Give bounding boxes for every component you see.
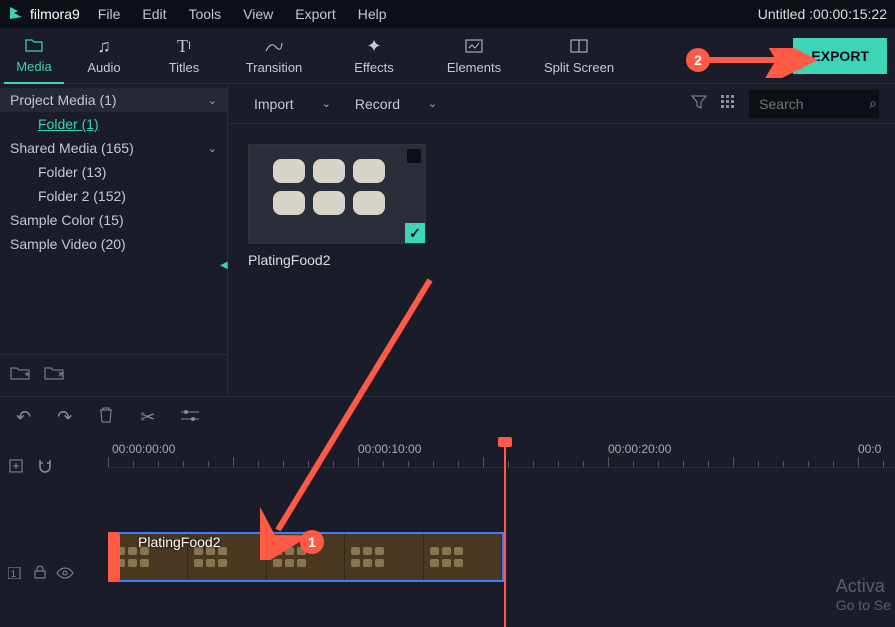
title-bar: filmora9 File Edit Tools View Export Hel… <box>0 0 895 28</box>
playhead-icon[interactable] <box>498 437 512 447</box>
chevron-down-icon: ⌄ <box>208 94 217 107</box>
menu-edit[interactable]: Edit <box>142 6 166 22</box>
split-icon <box>570 36 588 56</box>
search-input[interactable] <box>749 90 879 118</box>
tab-media[interactable]: Media <box>4 28 64 84</box>
grid-view-icon[interactable] <box>721 95 735 112</box>
tree-sample-color[interactable]: Sample Color (15) <box>0 208 227 232</box>
used-check-icon: ✓ <box>405 223 425 243</box>
tree-sample-video[interactable]: Sample Video (20) <box>0 232 227 256</box>
cut-icon[interactable]: ✂ <box>140 407 155 428</box>
thumbnail-label: PlatingFood2 <box>248 252 426 268</box>
filter-icon[interactable] <box>691 94 707 113</box>
tree-shared-media[interactable]: Shared Media (165) ⌄ <box>0 136 227 160</box>
folder-icon <box>25 35 43 55</box>
panel-handle-icon[interactable]: ◀ <box>220 260 228 271</box>
media-sidebar: Project Media (1) ⌄ Folder (1) Shared Me… <box>0 84 228 396</box>
settings-icon[interactable] <box>181 407 199 428</box>
tab-elements[interactable]: Elements <box>424 28 524 84</box>
delete-icon[interactable] <box>98 406 114 429</box>
titles-icon: TI <box>177 36 191 56</box>
svg-text:1: 1 <box>11 569 16 579</box>
tabs-toolbar: Media ♫ Audio TI Titles Transition ✦ Eff… <box>0 28 895 84</box>
video-track-header: 1 <box>0 528 108 588</box>
menu-export[interactable]: Export <box>295 6 335 22</box>
menu-tools[interactable]: Tools <box>188 6 221 22</box>
eye-icon[interactable] <box>56 566 74 582</box>
effects-icon: ✦ <box>366 36 381 56</box>
search-icon[interactable]: ⌕ <box>869 95 877 112</box>
tab-titles[interactable]: TI Titles <box>144 28 224 84</box>
import-dropdown[interactable]: Import ⌄ <box>246 92 339 116</box>
clip-start-handle[interactable] <box>108 532 120 582</box>
add-folder-icon[interactable] <box>10 365 30 386</box>
chevron-down-icon: ⌄ <box>208 142 217 155</box>
tree-folder-1[interactable]: Folder (1) <box>0 112 227 136</box>
tab-audio[interactable]: ♫ Audio <box>64 28 144 84</box>
project-title: Untitled :00:00:15:22 <box>758 6 887 22</box>
clip-label: PlatingFood2 <box>138 534 221 550</box>
annotation-badge-2: 2 <box>686 48 710 72</box>
export-button[interactable]: EXPORT <box>793 38 887 74</box>
menu-file[interactable]: File <box>98 6 121 22</box>
timeline: 00:00:00:00 00:00:10:00 00:00:20:00 00:0… <box>0 438 895 627</box>
music-icon: ♫ <box>97 36 111 56</box>
remove-folder-icon[interactable] <box>44 365 64 386</box>
windows-watermark: Activa Go to Se <box>836 576 891 613</box>
tree-shared-folder[interactable]: Folder (13) <box>0 160 227 184</box>
video-track[interactable]: PlatingFood2 <box>108 468 895 528</box>
playhead-line[interactable] <box>504 438 506 627</box>
tab-effects[interactable]: ✦ Effects <box>324 28 424 84</box>
app-logo: filmora9 <box>8 5 80 24</box>
chevron-down-icon: ⌄ <box>322 97 331 110</box>
transition-icon <box>264 36 284 56</box>
lock-icon[interactable] <box>34 565 46 582</box>
main-menu: File Edit Tools View Export Help <box>98 6 387 22</box>
redo-icon[interactable]: ↷ <box>57 407 72 428</box>
timeline-actions: ↶ ↷ ✂ <box>0 396 895 438</box>
elements-icon <box>465 36 483 56</box>
media-browser: Import ⌄ Record ⌄ ⌕ <box>228 84 895 396</box>
menu-help[interactable]: Help <box>358 6 387 22</box>
tree-shared-folder-2[interactable]: Folder 2 (152) <box>0 184 227 208</box>
tab-transition[interactable]: Transition <box>224 28 324 84</box>
track-type-icon[interactable]: 1 <box>8 566 24 582</box>
filmstrip-icon <box>407 149 421 163</box>
tab-split-screen[interactable]: Split Screen <box>524 28 634 84</box>
chevron-down-icon: ⌄ <box>428 97 437 110</box>
app-name: filmora9 <box>30 6 80 22</box>
undo-icon[interactable]: ↶ <box>16 407 31 428</box>
menu-view[interactable]: View <box>243 6 273 22</box>
annotation-badge-1: 1 <box>300 530 324 554</box>
record-dropdown[interactable]: Record ⌄ <box>347 92 445 116</box>
media-thumbnail[interactable]: ✓ PlatingFood2 <box>248 144 426 268</box>
tree-project-media[interactable]: Project Media (1) ⌄ <box>0 88 227 112</box>
logo-icon <box>8 5 24 24</box>
